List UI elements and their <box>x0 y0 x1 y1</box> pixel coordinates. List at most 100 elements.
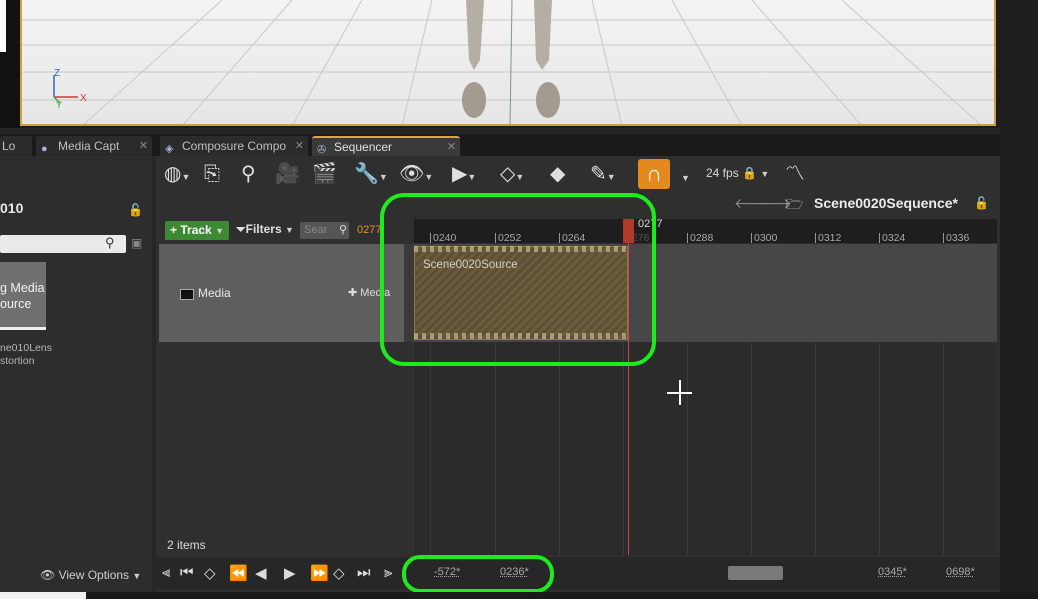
track-search-placeholder: Sear <box>304 224 328 236</box>
asset-thumbnail-bar <box>0 327 46 330</box>
highlight-media-section <box>380 193 656 366</box>
chevron-down-icon: ▼ <box>760 169 770 179</box>
crosshair-cursor <box>679 380 681 405</box>
view-options-label: View Options <box>58 568 130 582</box>
snap-magnet-icon[interactable]: ∩ <box>638 159 670 189</box>
ruler-tick <box>687 233 688 243</box>
ruler-tick <box>815 233 816 243</box>
asset-name: ne010Lens stortion <box>0 342 52 367</box>
filters-button[interactable]: ⏷Filters ▼ <box>236 222 294 237</box>
grid-line <box>430 342 431 555</box>
viewport-canvas[interactable]: X Z Y <box>20 0 996 126</box>
view-start-field[interactable]: 0345* <box>878 566 907 578</box>
ruler-tick <box>943 233 944 243</box>
grid-line <box>687 342 688 555</box>
play-icon[interactable]: ▶▼ <box>452 162 476 186</box>
grid-line <box>623 342 624 555</box>
chevron-down-icon: ▼ <box>284 225 294 235</box>
timeline-scrollbar[interactable] <box>728 566 783 580</box>
ruler-tick-label: 0288 <box>690 232 714 244</box>
save-icon[interactable]: ▣ <box>131 236 142 250</box>
search-icon[interactable]: ⚲ <box>241 162 256 186</box>
media-track-name: Media <box>198 286 231 300</box>
key-icon[interactable]: ◇▼ <box>500 162 524 186</box>
chevron-down-icon: ▼ <box>132 571 142 581</box>
grid-line <box>943 342 944 555</box>
tab-log[interactable]: Lo <box>0 136 32 156</box>
fps-label: 24 fps <box>706 166 739 180</box>
filter-icon: ⏷ <box>236 222 246 236</box>
eye-icon[interactable]: 👁▼ <box>399 162 433 186</box>
playback-bar <box>156 557 1000 589</box>
tab-composure-label: Composure Compo <box>182 139 287 153</box>
timeline-empty-area[interactable] <box>414 342 997 555</box>
view-options-button[interactable]: 👁 View Options ▼ <box>40 568 141 582</box>
bottom-edge <box>0 592 1038 599</box>
play-icon[interactable]: ▶ <box>284 564 296 582</box>
ruler-tick <box>751 233 752 243</box>
play-reverse-icon[interactable]: ◀ <box>255 564 267 582</box>
asset-thumbnail[interactable]: g Media ource <box>0 262 46 328</box>
lock-icon[interactable]: 🔓 <box>974 196 989 210</box>
world-icon[interactable]: ◍▼ <box>164 162 190 186</box>
asset-thumbnail-label: g Media ource <box>0 281 45 311</box>
sequence-name[interactable]: Scene0020Sequence* <box>814 195 958 211</box>
media-capture-icon: ● <box>41 143 48 155</box>
view-end-field[interactable]: 0698* <box>946 566 975 578</box>
tab-composure[interactable]: ◈ Composure Compo ✕ <box>160 136 308 156</box>
grid-line <box>495 342 496 555</box>
composure-icon: ◈ <box>165 143 174 155</box>
curve-editor-icon[interactable]: 〽 <box>785 162 805 186</box>
next-key-icon[interactable]: ◇ <box>333 564 345 582</box>
search-icon[interactable]: ⚲ <box>105 235 115 251</box>
add-track-button[interactable]: + Track ▼ <box>165 221 229 240</box>
left-panel <box>0 156 152 599</box>
close-icon[interactable]: ✕ <box>447 138 456 156</box>
loop-icon[interactable]: ⫸ <box>384 564 392 581</box>
key-select-icon[interactable]: ◆ <box>550 162 565 186</box>
pencil-icon[interactable]: ✎▼ <box>590 162 616 186</box>
ruler-tick-label: 0324 <box>882 232 906 244</box>
folder-icon[interactable]: 🗁 <box>786 194 803 218</box>
ruler-tick-label: 0312 <box>818 232 842 244</box>
grid-line <box>815 342 816 555</box>
step-back-icon[interactable]: ⏪ <box>229 564 248 582</box>
search-icon: ⚲ <box>338 224 347 236</box>
render-movie-icon[interactable]: 🎬 <box>312 162 337 186</box>
tab-media-capture-label: Media Capt <box>58 139 120 153</box>
viewport-scene: X Z Y <box>22 0 994 124</box>
plus-icon: ✚ <box>348 287 358 299</box>
close-icon[interactable]: ✕ <box>139 136 148 156</box>
close-icon[interactable]: ✕ <box>295 136 304 156</box>
lock-icon[interactable]: 🔓 <box>128 203 143 217</box>
svg-text:X: X <box>80 93 87 104</box>
bottom-edge-white <box>0 592 86 599</box>
step-forward-icon[interactable]: ⏩ <box>310 564 329 582</box>
grid-line <box>879 342 880 555</box>
camera-icon[interactable]: 🎥 <box>275 162 300 186</box>
grid-line <box>751 342 752 555</box>
track-search-input[interactable]: Sear ⚲ <box>300 222 349 239</box>
tab-sequencer[interactable]: ✇ Sequencer ✕ <box>312 136 460 156</box>
ruler-tick-label: 0336 <box>946 232 970 244</box>
right-edge <box>1000 0 1038 599</box>
previous-key-icon[interactable]: ⏮ <box>180 564 194 581</box>
jump-to-end-icon[interactable]: ⏭ <box>357 564 371 581</box>
sequencer-icon: ✇ <box>317 144 327 156</box>
tab-log-label: Lo <box>2 139 16 153</box>
current-frame-field[interactable]: 0277 <box>357 224 381 236</box>
chevron-down-icon[interactable]: ▼ <box>681 168 690 186</box>
fps-selector[interactable]: 24 fps 🔒 ▼ <box>706 166 769 180</box>
jump-to-start-icon[interactable]: ⫷ <box>162 564 170 581</box>
axis-gizmo-icon: X Z Y <box>53 68 87 110</box>
svg-text:Y: Y <box>56 100 62 110</box>
ruler-tick <box>879 233 880 243</box>
left-panel-title: 010 <box>0 200 24 216</box>
step-key-back-icon[interactable]: ◇ <box>204 564 216 582</box>
ruler-tick-label: 0300 <box>754 232 778 244</box>
save-scene-icon[interactable]: ⎘ <box>204 162 220 186</box>
plus-icon: + <box>170 223 178 237</box>
wrench-icon[interactable]: 🔧▼ <box>354 162 388 186</box>
tab-media-capture[interactable]: ● Media Capt ✕ <box>36 136 152 156</box>
media-track-icon <box>180 289 194 300</box>
